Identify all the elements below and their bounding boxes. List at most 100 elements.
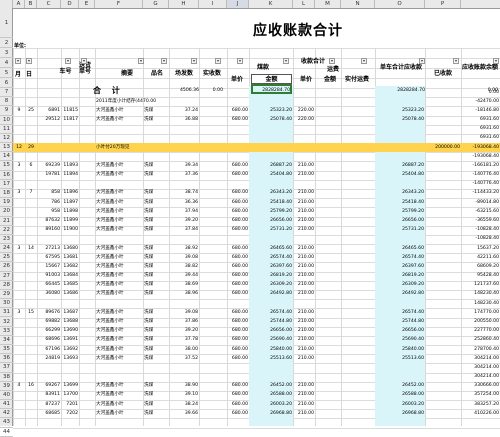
cell-price[interactable]: 680.00 — [228, 273, 248, 279]
cell-ship[interactable]: 13699 — [62, 383, 78, 389]
cell-prod[interactable]: 洗煤 — [144, 108, 168, 114]
cell-amt[interactable]: 26465.60 — [250, 246, 292, 252]
cell-ship[interactable]: 13693 — [62, 356, 78, 362]
cell-prod[interactable]: 洗煤 — [144, 246, 168, 252]
cell-fprice[interactable]: 210.00 — [294, 383, 314, 389]
cell-m[interactable]: 3 — [14, 246, 24, 252]
cell-fprice[interactable]: 210.00 — [294, 411, 314, 417]
cell-prod[interactable]: 洗煤 — [144, 328, 168, 334]
cell-ship[interactable]: 11815 — [62, 108, 78, 114]
cell-d[interactable]: 25 — [26, 108, 36, 114]
cell-prod[interactable]: 洗煤 — [144, 200, 168, 206]
row-header-21[interactable]: 21 — [0, 217, 13, 226]
cell-m[interactable]: 3 — [14, 310, 24, 316]
cell-ship[interactable]: 13690 — [62, 328, 78, 334]
row-header-24[interactable]: 24 — [0, 244, 13, 254]
row-header-25[interactable]: 25 — [0, 253, 13, 263]
cell-prod[interactable]: 洗煤 — [144, 337, 168, 343]
cell-price[interactable]: 680.00 — [228, 190, 248, 196]
cell-ship[interactable]: 11896 — [62, 190, 78, 196]
cell-amt[interactable]: 26656.00 — [250, 328, 292, 334]
row-header-20[interactable]: 20 — [0, 207, 13, 217]
row-header-1[interactable]: 1 — [0, 8, 13, 38]
cell-qty[interactable]: 37.86 — [170, 319, 198, 325]
cell-car[interactable]: 36080 — [38, 291, 60, 297]
column-header-h[interactable]: H — [169, 0, 199, 8]
cell-car[interactable]: 91003 — [38, 273, 60, 279]
cell-bal[interactable]: 200550.00 — [462, 319, 499, 325]
cell-qty[interactable]: 38.24 — [170, 402, 198, 408]
filter-dropdown-o[interactable]: ▾ — [453, 58, 459, 64]
cell-price[interactable]: 680.00 — [228, 328, 248, 334]
cell-qty[interactable]: 37.94 — [170, 209, 198, 215]
cell-bal[interactable]: 410226.00 — [462, 411, 499, 417]
cell-d[interactable]: 6 — [26, 163, 36, 169]
cell-price[interactable]: 680.00 — [228, 337, 248, 343]
cell-amt[interactable]: 25840.00 — [250, 347, 292, 353]
cell-car[interactable]: 29512 — [38, 117, 60, 123]
cell-bal[interactable]: 357254.00 — [462, 392, 499, 398]
cell-d[interactable]: 14 — [26, 246, 36, 252]
cell-prod[interactable]: 洗煤 — [144, 264, 168, 270]
cell-qty[interactable]: 37.84 — [170, 227, 198, 233]
filter-dropdown-d[interactable]: ▾ — [81, 58, 87, 64]
cell-d[interactable]: 29 — [26, 145, 36, 151]
cell-car[interactable]: 15667 — [38, 264, 60, 270]
cell-ship[interactable]: 7201 — [62, 402, 78, 408]
cell-price[interactable]: 680.00 — [228, 218, 248, 224]
cell-car[interactable]: 68685 — [38, 411, 60, 417]
cell-single[interactable]: 26397.60 — [376, 264, 424, 270]
cell-ship[interactable]: 13691 — [62, 337, 78, 343]
column-header-k[interactable]: K — [249, 0, 293, 8]
cell-bal[interactable]: 227770.00 — [462, 328, 499, 334]
cell-fprice[interactable]: 210.00 — [294, 337, 314, 343]
cell-single[interactable]: 26968.80 — [376, 411, 424, 417]
filter-dropdown-k[interactable]: ▾ — [329, 58, 335, 64]
row-header-41[interactable]: 41 — [0, 400, 13, 410]
cell-single[interactable]: 26452.00 — [376, 383, 424, 389]
cell-ship[interactable]: 13692 — [62, 347, 78, 353]
cell-ship[interactable]: 11897 — [62, 200, 78, 206]
row-header-27[interactable]: 27 — [0, 272, 13, 281]
row-header-43[interactable]: 43 — [0, 418, 13, 428]
filter-dropdown-f[interactable]: ▾ — [161, 58, 167, 64]
filter-dropdown-a[interactable]: ▾ — [15, 58, 21, 64]
cell-qty[interactable]: 39.34 — [170, 163, 198, 169]
cell-bal[interactable]: 68609.20 — [462, 264, 499, 270]
cell-price[interactable]: 680.00 — [228, 402, 248, 408]
cell-bal[interactable]: 15637.20 — [462, 246, 499, 252]
cell-sum[interactable]: 2011年度小计结存(4470.00 — [96, 99, 166, 105]
cell-fprice[interactable]: 210.00 — [294, 218, 314, 224]
cell-amt[interactable]: 26492.80 — [250, 291, 292, 297]
cell-price[interactable]: 680.00 — [228, 411, 248, 417]
cell-prod[interactable]: 洗煤 — [144, 347, 168, 353]
cell-bal[interactable]: 304214.00 — [462, 365, 499, 371]
cell-bal[interactable]: 42211.60 — [462, 255, 499, 261]
row-header-29[interactable]: 29 — [0, 290, 13, 300]
cell-single[interactable]: 26656.00 — [376, 218, 424, 224]
row-header-2[interactable]: 2 — [0, 38, 13, 48]
cell-car[interactable]: 89160 — [38, 227, 60, 233]
cell-price[interactable]: 680.00 — [228, 310, 248, 316]
active-cell-selection[interactable] — [251, 84, 292, 94]
column-header-l[interactable]: L — [293, 0, 315, 8]
cell-recv[interactable]: 200000.00 — [426, 145, 460, 151]
cell-m[interactable]: 9 — [14, 108, 24, 114]
cell-bal[interactable]: 304214.00 — [462, 356, 499, 362]
cell-bal[interactable]: -10828.40 — [462, 236, 499, 242]
cell-bal[interactable]: 252860.40 — [462, 337, 499, 343]
cell-fprice[interactable]: 220.00 — [294, 117, 314, 123]
cell-qty[interactable]: 39.20 — [170, 218, 198, 224]
column-header-a[interactable]: A — [13, 0, 25, 8]
cell-bal[interactable]: -42470.00 — [462, 99, 499, 105]
row-header-23[interactable]: 23 — [0, 235, 13, 245]
cell-qty[interactable]: 37.78 — [170, 337, 198, 343]
cell-price[interactable]: 680.00 — [228, 246, 248, 252]
row-header-39[interactable]: 39 — [0, 382, 13, 391]
filter-dropdown-e[interactable]: ▾ — [138, 58, 144, 64]
cell-price[interactable]: 680.00 — [228, 200, 248, 206]
cell-prod[interactable]: 洗煤 — [144, 209, 168, 215]
cell-prod[interactable]: 洗煤 — [144, 282, 168, 288]
cell-fprice[interactable]: 210.00 — [294, 190, 314, 196]
cell-single[interactable]: 25799.20 — [376, 209, 424, 215]
